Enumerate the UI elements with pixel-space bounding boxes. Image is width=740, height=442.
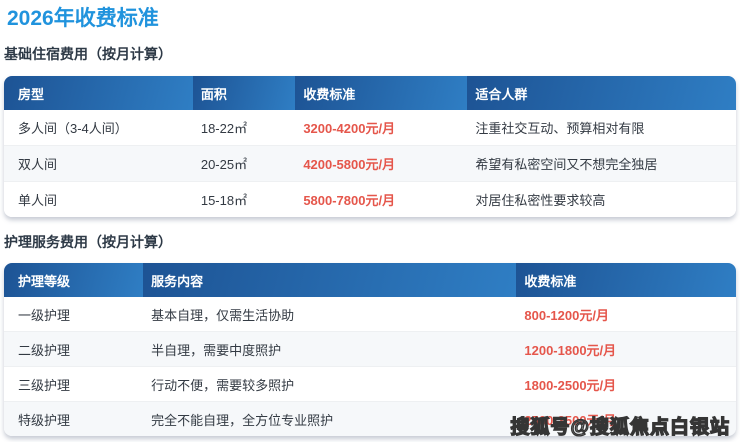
table-header-row: 护理等级 服务内容 收费标准 xyxy=(4,263,736,297)
column-header-room-type: 房型 xyxy=(4,76,193,110)
cell-price: 3200-4200元/月 xyxy=(303,121,396,136)
watermark: 搜狐号@搜狐焦点白银站 xyxy=(510,416,730,438)
cell-area: 18-22㎡ xyxy=(200,121,248,136)
column-header-service: 服务内容 xyxy=(143,263,517,297)
column-header-area: 面积 xyxy=(192,76,296,110)
table-row: 二级护理 半自理，需要中度照护 1200-1800元/月 xyxy=(4,331,736,366)
cell-service: 行动不便，需要较多照护 xyxy=(151,377,295,393)
section-heading-accommodation: 基础住宿费用（按月计算） xyxy=(4,46,172,62)
table-header-row: 房型 面积 收费标准 适合人群 xyxy=(4,76,736,110)
cell-service: 完全不能自理，全方位专业照护 xyxy=(151,412,334,428)
cell-room-type: 双人间 xyxy=(18,157,58,172)
cell-care-level: 一级护理 xyxy=(18,307,71,323)
cell-care-level: 特级护理 xyxy=(18,412,71,428)
section-heading-nursing: 护理服务费用（按月计算） xyxy=(4,234,172,250)
column-header-fee: 收费标准 xyxy=(295,76,468,110)
table-row: 单人间 15-18㎡ 5800-7800元/月 对居住私密性要求较高 xyxy=(4,181,736,217)
table-row: 多人间（3-4人间） 18-22㎡ 3200-4200元/月 注重社交互动、预算… xyxy=(4,110,736,145)
cell-audience: 希望有私密空间又不想完全独居 xyxy=(475,157,658,172)
cell-price: 800-1200元/月 xyxy=(524,307,609,323)
cell-room-type: 单人间 xyxy=(18,193,58,208)
table-row: 一级护理 基本自理，仅需生活协助 800-1200元/月 xyxy=(4,297,736,331)
cell-price: 4200-5800元/月 xyxy=(303,157,396,172)
cell-area: 15-18㎡ xyxy=(200,193,248,208)
cell-price: 5800-7800元/月 xyxy=(303,193,396,208)
nursing-fees-table: 护理等级 服务内容 收费标准 一级护理 基本自理，仅需生活协助 800-1200… xyxy=(4,263,736,436)
cell-care-level: 二级护理 xyxy=(18,342,71,358)
column-header-audience: 适合人群 xyxy=(467,76,736,110)
column-header-care-level: 护理等级 xyxy=(4,263,144,297)
cell-price: 1200-1800元/月 xyxy=(524,342,617,358)
column-header-fee: 收费标准 xyxy=(516,263,736,297)
cell-room-type: 多人间（3-4人间） xyxy=(18,121,128,136)
cell-audience: 对居住私密性要求较高 xyxy=(475,193,606,208)
cell-audience: 注重社交互动、预算相对有限 xyxy=(475,121,645,136)
cell-service: 基本自理，仅需生活协助 xyxy=(151,307,295,323)
cell-service: 半自理，需要中度照护 xyxy=(151,342,282,358)
page-title: 2026年收费标准 xyxy=(7,7,159,30)
accommodation-fees-table: 房型 面积 收费标准 适合人群 多人间（3-4人间） 18-22㎡ 3200-4… xyxy=(4,76,736,217)
cell-price: 1800-2500元/月 xyxy=(524,377,617,393)
article-page: 2026年收费标准 基础住宿费用（按月计算） 房型 面积 收费标准 适合人群 多… xyxy=(0,6,740,436)
cell-care-level: 三级护理 xyxy=(18,377,71,393)
table-row: 双人间 20-25㎡ 4200-5800元/月 希望有私密空间又不想完全独居 xyxy=(4,145,736,181)
table-row: 三级护理 行动不便，需要较多照护 1800-2500元/月 xyxy=(4,366,736,401)
cell-area: 20-25㎡ xyxy=(200,157,248,172)
